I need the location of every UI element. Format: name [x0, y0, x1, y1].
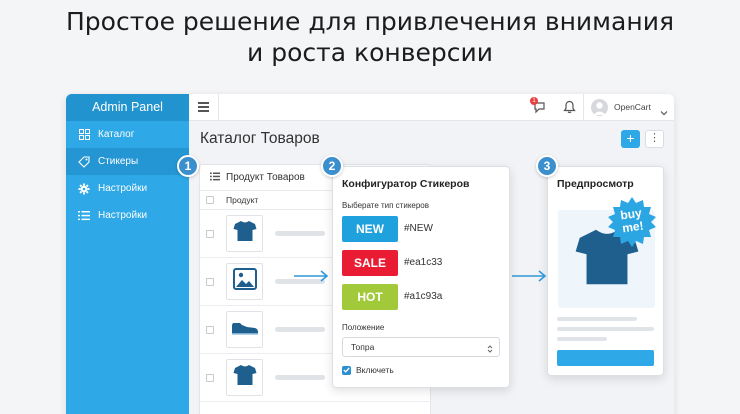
buy-me-sticker-badge: buy me! — [606, 196, 658, 248]
enable-label: Включеть — [356, 365, 394, 375]
bell-icon[interactable] — [563, 100, 576, 119]
select-all-checkbox[interactable] — [206, 196, 214, 204]
enable-checkbox-row[interactable]: Включеть — [342, 365, 394, 375]
sidebar-item-label: Настройки — [98, 183, 148, 194]
product-thumbnail — [226, 263, 263, 300]
select-arrows-icon — [487, 342, 493, 360]
notification-badge: 1 — [530, 97, 538, 105]
list-icon — [77, 209, 91, 223]
sidebar-item-label: Каталог — [98, 129, 135, 140]
sidebar-item-label: Настройки — [98, 210, 148, 221]
product-card-title: Продукт Товаров — [226, 172, 305, 183]
more-options-button[interactable]: ⋮ — [645, 130, 664, 148]
product-thumbnail — [226, 311, 263, 348]
sticker-sale-code: #ea1c33 — [404, 257, 443, 268]
admin-window: Admin Panel Каталог Стикеры Настройки На… — [66, 94, 674, 414]
placeholder-bar — [275, 231, 325, 236]
sidebar-title: Admin Panel — [66, 94, 189, 121]
row-checkbox[interactable] — [206, 373, 214, 382]
placeholder-bar — [557, 317, 637, 321]
step-1-marker: 1 — [177, 155, 199, 177]
placeholder-bar — [557, 337, 607, 341]
position-select-value: Топра — [351, 342, 375, 352]
sidebar-item-label: Стикеры — [98, 156, 139, 167]
column-header-product: Продукт — [226, 195, 259, 205]
step-3-marker: 3 — [536, 155, 558, 177]
page-title: Каталог Товаров — [200, 130, 320, 147]
row-checkbox[interactable] — [206, 277, 214, 286]
sidebar-item-catalog[interactable]: Каталог — [66, 121, 189, 148]
placeholder-bar — [275, 375, 325, 380]
arrow-right-icon — [512, 269, 548, 287]
sidebar-item-stickers[interactable]: Стикеры — [66, 148, 189, 175]
placeholder-bar — [275, 327, 325, 332]
menu-icon[interactable] — [198, 102, 209, 112]
sneaker-icon — [231, 319, 259, 340]
headline-line-2: и роста конверсии — [247, 38, 493, 67]
sticker-new-button[interactable]: NEW — [342, 216, 398, 242]
divider — [218, 94, 219, 121]
product-thumbnail — [226, 359, 263, 396]
topbar: 1 OpenCart — [189, 94, 674, 121]
sticker-hot-code: #a1c93a — [404, 291, 443, 302]
headline-line-1: Простое решение для привлечения внимания — [66, 7, 674, 36]
tag-icon — [77, 155, 91, 169]
user-name[interactable]: OpenCart — [614, 102, 651, 112]
sidebar: Admin Panel Каталог Стикеры Настройки На… — [66, 94, 189, 414]
step-2-marker: 2 — [321, 155, 343, 177]
placeholder-bar — [557, 327, 654, 331]
sticker-hot-button[interactable]: HOT — [342, 284, 398, 310]
preview-buy-button[interactable] — [557, 350, 654, 366]
position-select[interactable]: Топра — [342, 337, 500, 357]
sticker-sale-button[interactable]: SALE — [342, 250, 398, 276]
arrow-right-icon — [294, 269, 330, 287]
sticker-new-code: #NEW — [404, 223, 433, 234]
add-button[interactable]: + — [621, 130, 640, 148]
chevron-down-icon[interactable] — [660, 103, 668, 121]
tshirt-icon — [233, 364, 257, 391]
row-checkbox[interactable] — [206, 325, 214, 334]
configurator-title: Конфигуратор Стикеров — [342, 178, 470, 190]
sidebar-item-settings-list[interactable]: Настройки — [66, 202, 189, 229]
gear-icon — [77, 182, 91, 196]
tshirt-icon — [233, 220, 257, 247]
sticker-configurator: Конфигуратор Стикеров Выберате тип стике… — [332, 166, 510, 388]
enable-checkbox[interactable] — [342, 365, 351, 375]
sidebar-item-settings[interactable]: Настройки — [66, 175, 189, 202]
position-label: Положение — [342, 323, 385, 332]
preview-title: Предпросмотр — [557, 178, 634, 190]
row-checkbox[interactable] — [206, 229, 214, 238]
headline: Простое решение для привлечения внимания… — [0, 6, 740, 68]
list-icon — [210, 172, 220, 184]
sticker-type-label: Выберате тип стикеров — [342, 201, 430, 210]
avatar[interactable] — [591, 99, 608, 116]
product-thumbnail — [226, 215, 263, 252]
divider — [583, 94, 584, 121]
grid-icon — [77, 128, 91, 142]
image-icon — [232, 268, 257, 295]
